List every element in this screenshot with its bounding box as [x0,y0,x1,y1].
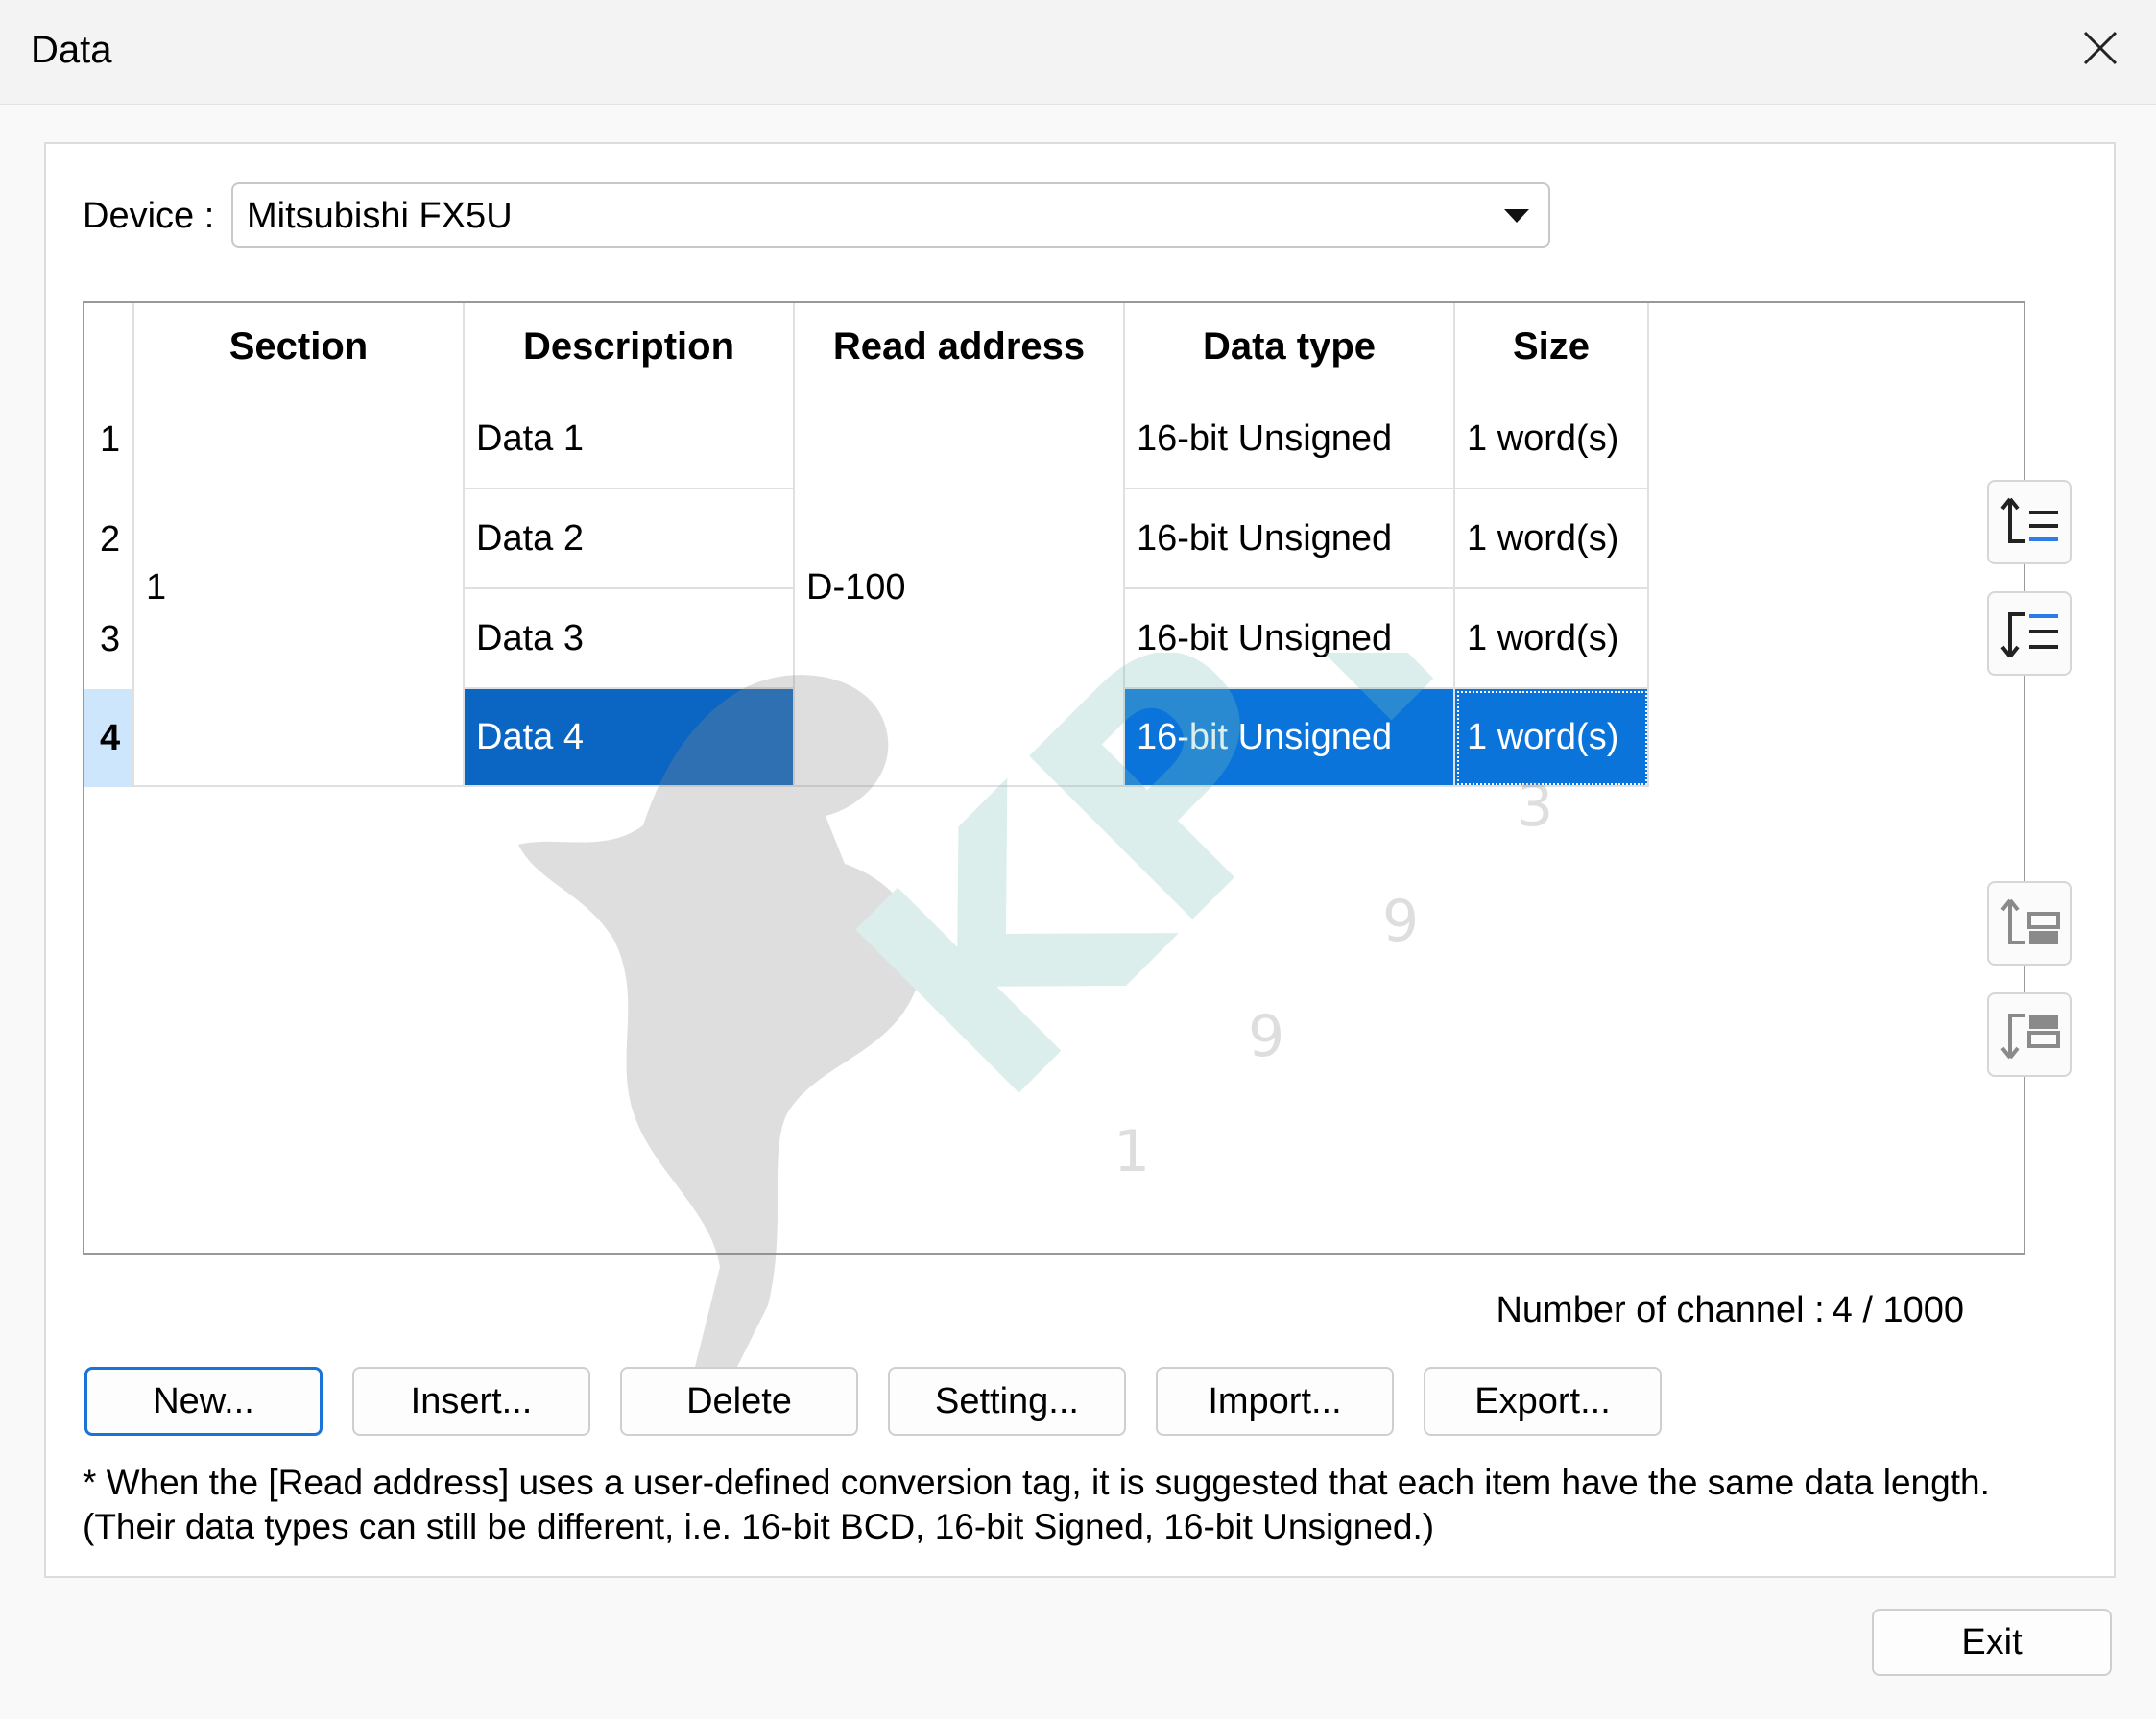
column-header-description[interactable]: Description [465,303,795,390]
data-dialog: Data Device : Mitsubishi FX5U Section De… [0,0,2156,1719]
delete-button[interactable]: Delete [620,1367,858,1436]
exit-button[interactable]: Exit [1872,1609,2112,1676]
device-label: Device : [83,196,215,236]
chevron-down-icon [1504,209,1529,223]
channel-count: Number of channel : 4 / 1000 [1496,1290,1964,1331]
column-header-size[interactable]: Size [1455,303,1649,390]
export-button[interactable]: Export... [1424,1367,1662,1436]
move-section-up-button[interactable] [1987,881,2072,966]
data-type-cell-selected[interactable]: 16-bit Unsigned [1125,689,1455,787]
move-row-up-button[interactable] [1987,480,2072,564]
row-number[interactable]: 2 [84,489,134,589]
size-cell[interactable]: 1 word(s) [1455,489,1649,589]
data-grid[interactable]: Section Description Read address Data ty… [83,301,2025,1255]
insert-button[interactable]: Insert... [352,1367,590,1436]
move-row-down-button[interactable] [1987,591,2072,676]
row-number-selected[interactable]: 4 [84,689,134,787]
description-cell[interactable]: Data 3 [465,589,795,689]
size-cell[interactable]: 1 word(s) [1455,390,1649,489]
column-header-read-address[interactable]: Read address [795,303,1125,390]
column-header-data-type[interactable]: Data type [1125,303,1455,390]
description-cell[interactable]: Data 1 [465,390,795,489]
read-address-cell[interactable]: D-100 [795,390,1125,787]
read-address-note: * When the [Read address] uses a user-de… [83,1463,1990,1546]
import-button[interactable]: Import... [1156,1367,1394,1436]
size-cell[interactable]: 1 word(s) [1455,589,1649,689]
row-number[interactable]: 1 [84,390,134,489]
move-row-up-icon [2000,497,2058,543]
move-section-up-icon [2000,898,2060,944]
setting-button[interactable]: Setting... [888,1367,1126,1436]
data-type-cell[interactable]: 16-bit Unsigned [1125,589,1455,689]
move-section-down-button[interactable] [1987,992,2072,1077]
window-title: Data [31,29,112,71]
channel-count-value: 4 / 1000 [1832,1290,1964,1330]
device-value: Mitsubishi FX5U [247,196,513,236]
description-cell-selected[interactable]: Data 4 [465,689,795,787]
data-type-cell[interactable]: 16-bit Unsigned [1125,489,1455,589]
close-icon[interactable] [2079,27,2121,69]
column-header-section[interactable]: Section [134,303,465,390]
move-section-down-icon [2000,1014,2060,1060]
section-cell[interactable]: 1 [134,390,465,787]
row-header-corner [84,303,134,390]
size-cell-focused[interactable]: 1 word(s) [1455,689,1649,787]
device-select[interactable]: Mitsubishi FX5U [231,182,1550,248]
description-cell[interactable]: Data 2 [465,489,795,589]
title-bar: Data [0,0,2156,105]
row-number[interactable]: 3 [84,589,134,689]
data-type-cell[interactable]: 16-bit Unsigned [1125,390,1455,489]
new-button[interactable]: New... [84,1367,323,1436]
channel-count-label: Number of channel : [1496,1290,1825,1330]
move-row-down-icon [2000,612,2058,658]
